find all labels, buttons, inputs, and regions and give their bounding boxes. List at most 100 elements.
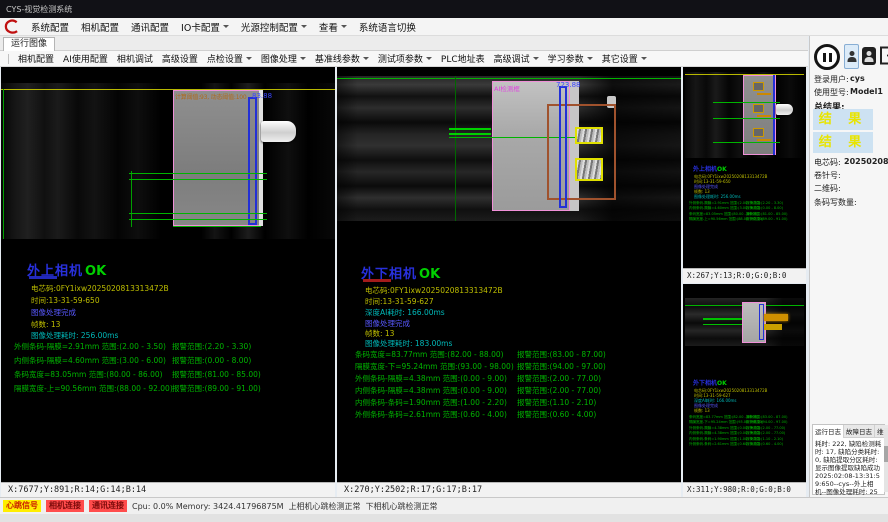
tab-fault-log[interactable]: 故障日志 <box>844 425 875 438</box>
toolbar: 相机配置 AI使用配置 相机调试 高级设置 点检设置 图像处理 基准线参数 测试… <box>0 51 808 67</box>
measurement-rows: 条码宽度=83.77mm 范围:(82.00 - 88.00)报警范围:(83.… <box>355 349 606 421</box>
model-value: Model1 <box>850 87 883 96</box>
measurement-row: 内侧条码-条码=1.90mm 范围:(1.00 - 2.20)报警范围:(1.1… <box>355 397 606 409</box>
toolbar-spot-check[interactable]: 点检设置 <box>207 52 252 65</box>
menu-item-view[interactable]: 查看 <box>319 20 347 34</box>
measure-value-label: 723.88 <box>556 81 581 89</box>
toolbar-camera-debug[interactable]: 相机调试 <box>117 52 153 65</box>
barcode-write-count-label: 条码写数量: <box>814 197 857 208</box>
menu-item-io-config[interactable]: IO卡配置 <box>181 20 229 34</box>
elapsed-text: 图像处理耗时: 256.00ms <box>31 330 118 341</box>
measure-box-blue <box>773 75 775 155</box>
camera-result-title: 外上相机OK <box>693 164 727 173</box>
measure-line-green <box>713 118 780 119</box>
user-icon <box>865 51 874 62</box>
barcode-text: 电芯码:0FY1ixw2025020813313472B <box>31 283 169 294</box>
measurement-rows: 条码宽度=83.77mm 范围:(82.00 - 88.00)报警范围:(83.… <box>689 415 787 447</box>
user-mode-button-active[interactable] <box>844 44 859 69</box>
pixel-coordinate-bar: X:267;Y:13;R:0;G:0;B:0 <box>683 268 806 283</box>
edge-highlight <box>259 90 263 226</box>
result-badge-lower: 结 果 <box>813 132 873 153</box>
reference-line-green <box>455 76 456 221</box>
camera-panel-thumb-upper: 外上相机OK 电芯码:0FY1ixw2025020813313472B 时间:1… <box>683 67 806 283</box>
measurement-row: 外侧条码-条码=2.61mm 范围:(0.60 - 4.00)报警范围:(0.6… <box>355 409 606 421</box>
chevron-down-icon <box>641 57 647 60</box>
chevron-down-icon <box>341 25 347 28</box>
status-ok: OK <box>85 264 106 279</box>
mes-indicator <box>29 276 57 279</box>
window-titlebar: CYS-视觉检测系统 <box>0 0 888 18</box>
measure-line-green <box>703 318 742 320</box>
tab-detect-box-yellow <box>753 128 764 137</box>
pixel-coordinate-bar: X:311;Y:980;R:0;G:0;B:0 <box>683 482 806 497</box>
highlight-label-mark <box>764 324 782 330</box>
camera-panel-thumb-lower: 外下相机OK 电芯码:0FY1ixw2025020813313472B 时间:1… <box>683 284 806 497</box>
user-mode-button[interactable] <box>862 47 876 65</box>
sidebar: 登录用户: cys 使用型号: Model1 总结果: 结 果 结 果 电芯码:… <box>809 36 888 497</box>
toolbar-other-settings[interactable]: 其它设置 <box>602 52 647 65</box>
qr-code-label: 二维码: <box>814 183 841 194</box>
log-panel: 运行日志 故障日志 维护日志 耗时: 222, 缺陷检测耗时: 17, 缺陷分类… <box>812 424 885 495</box>
winding-pin-label: 卷针号: <box>814 170 841 181</box>
toolbar-test-params[interactable]: 测试项参数 <box>378 52 432 65</box>
camera-result-title: 外下相机OK <box>693 378 727 387</box>
measure-line-green <box>713 102 780 103</box>
measure-line-green <box>129 213 267 214</box>
toolbar-image-processing[interactable]: 图像处理 <box>261 52 306 65</box>
measurement-row: 外侧条码-隔膜=2.91mm 范围:(2.00 - 3.50)报警范围:(2.2… <box>14 341 261 355</box>
pixel-coordinate-bar: X:7677;Y:891;R:14;G:14;B:14 <box>1 482 335 497</box>
toolbar-plc-address-table[interactable]: PLC地址表 <box>441 52 485 65</box>
log-scrollbar[interactable] <box>884 428 888 492</box>
cpu-memory-readout: Cpu: 0.0% Memory: 3424.41796875M <box>132 502 284 511</box>
camera-image-thumb-upper[interactable] <box>685 72 804 158</box>
menu-item-system-config[interactable]: 系统配置 <box>31 20 69 34</box>
measure-box-blue <box>559 86 567 208</box>
tab-detect-box-yellow <box>753 82 764 91</box>
tiny-label-mark <box>757 93 771 95</box>
measure-line-green <box>713 142 780 143</box>
toolbar-grip <box>8 54 9 64</box>
measure-line-green <box>449 128 491 130</box>
measure-line-green <box>129 219 267 220</box>
toolbar-baseline-params[interactable]: 基准线参数 <box>315 52 369 65</box>
measurement-row: 内侧条码-隔膜=4.60mm 范围:(3.00 - 6.00)报警范围:(0.0… <box>14 355 261 369</box>
process-done-text: 图像处理完成 <box>31 307 76 318</box>
ai-elapsed-text: 深度AI耗时: 166.00ms <box>365 307 445 318</box>
toolbar-camera-config[interactable]: 相机配置 <box>18 52 54 65</box>
time-text: 时间:13-31-59-627 <box>365 296 434 307</box>
tab-run-image[interactable]: 运行图像 <box>3 37 55 51</box>
chevron-down-icon <box>300 57 306 60</box>
tab-detect-box-yellow <box>575 158 603 181</box>
camera-panel-lower-outer: AI检测框 723.88 外下相机OK 电芯码:0FY1ixw202502081… <box>337 67 681 497</box>
pause-button[interactable] <box>814 44 840 70</box>
measure-line-green <box>703 324 742 325</box>
logout-button[interactable] <box>879 46 888 65</box>
cell-code-value: 20250208 <box>844 157 888 166</box>
toolbar-ai-usage-config[interactable]: AI使用配置 <box>63 52 108 65</box>
measure-line-green <box>129 179 267 180</box>
menu-item-camera-config[interactable]: 相机配置 <box>81 20 119 34</box>
measurement-row: 外侧条码-隔膜=4.38mm 范围:(0.00 - 9.00)报警范围:(2.0… <box>355 373 606 385</box>
scrollbar-thumb[interactable] <box>884 446 888 462</box>
camera-image-lower[interactable]: AI检测框 723.88 <box>337 76 681 221</box>
toolbar-advanced-debug[interactable]: 高级调试 <box>494 52 539 65</box>
frame-count-text: 帧数: 13 <box>694 408 710 414</box>
measurement-rows: 外侧条码-隔膜=2.91mm 范围:(2.00 - 3.50)报警范围:(2.2… <box>689 201 787 223</box>
upper-camera-heartbeat-status: 上相机心跳检测正常 <box>289 501 361 512</box>
camera-image-upper[interactable]: 计算阈值:93, 动态阈值:100 83.88 <box>1 83 335 239</box>
measurement-row: 条码宽度=83.77mm 范围:(82.00 - 88.00)报警范围:(83.… <box>355 349 606 361</box>
measurement-row: 隔膜宽度-下=95.24mm 范围:(93.00 - 98.00)报警范围:(9… <box>355 361 606 373</box>
chevron-down-icon <box>301 25 307 28</box>
camera-image-thumb-lower[interactable] <box>685 298 804 346</box>
result-badge-upper: 结 果 <box>813 109 873 130</box>
menu-item-comm-config[interactable]: 通讯配置 <box>131 20 169 34</box>
menu-item-language-switch[interactable]: 系统语言切换 <box>359 20 416 34</box>
toolbar-advanced-settings[interactable]: 高级设置 <box>162 52 198 65</box>
pixel-coordinate-bar: X:270;Y:2502;R:17;G:17;B:17 <box>337 482 681 497</box>
user-icon <box>847 51 856 62</box>
toolbar-learning-params[interactable]: 学习参数 <box>548 52 593 65</box>
chevron-down-icon <box>246 57 252 60</box>
comm-connection-badge: 通讯连接 <box>89 500 127 512</box>
tab-run-log[interactable]: 运行日志 <box>813 425 844 438</box>
menu-item-light-config[interactable]: 光源控制配置 <box>241 20 307 34</box>
